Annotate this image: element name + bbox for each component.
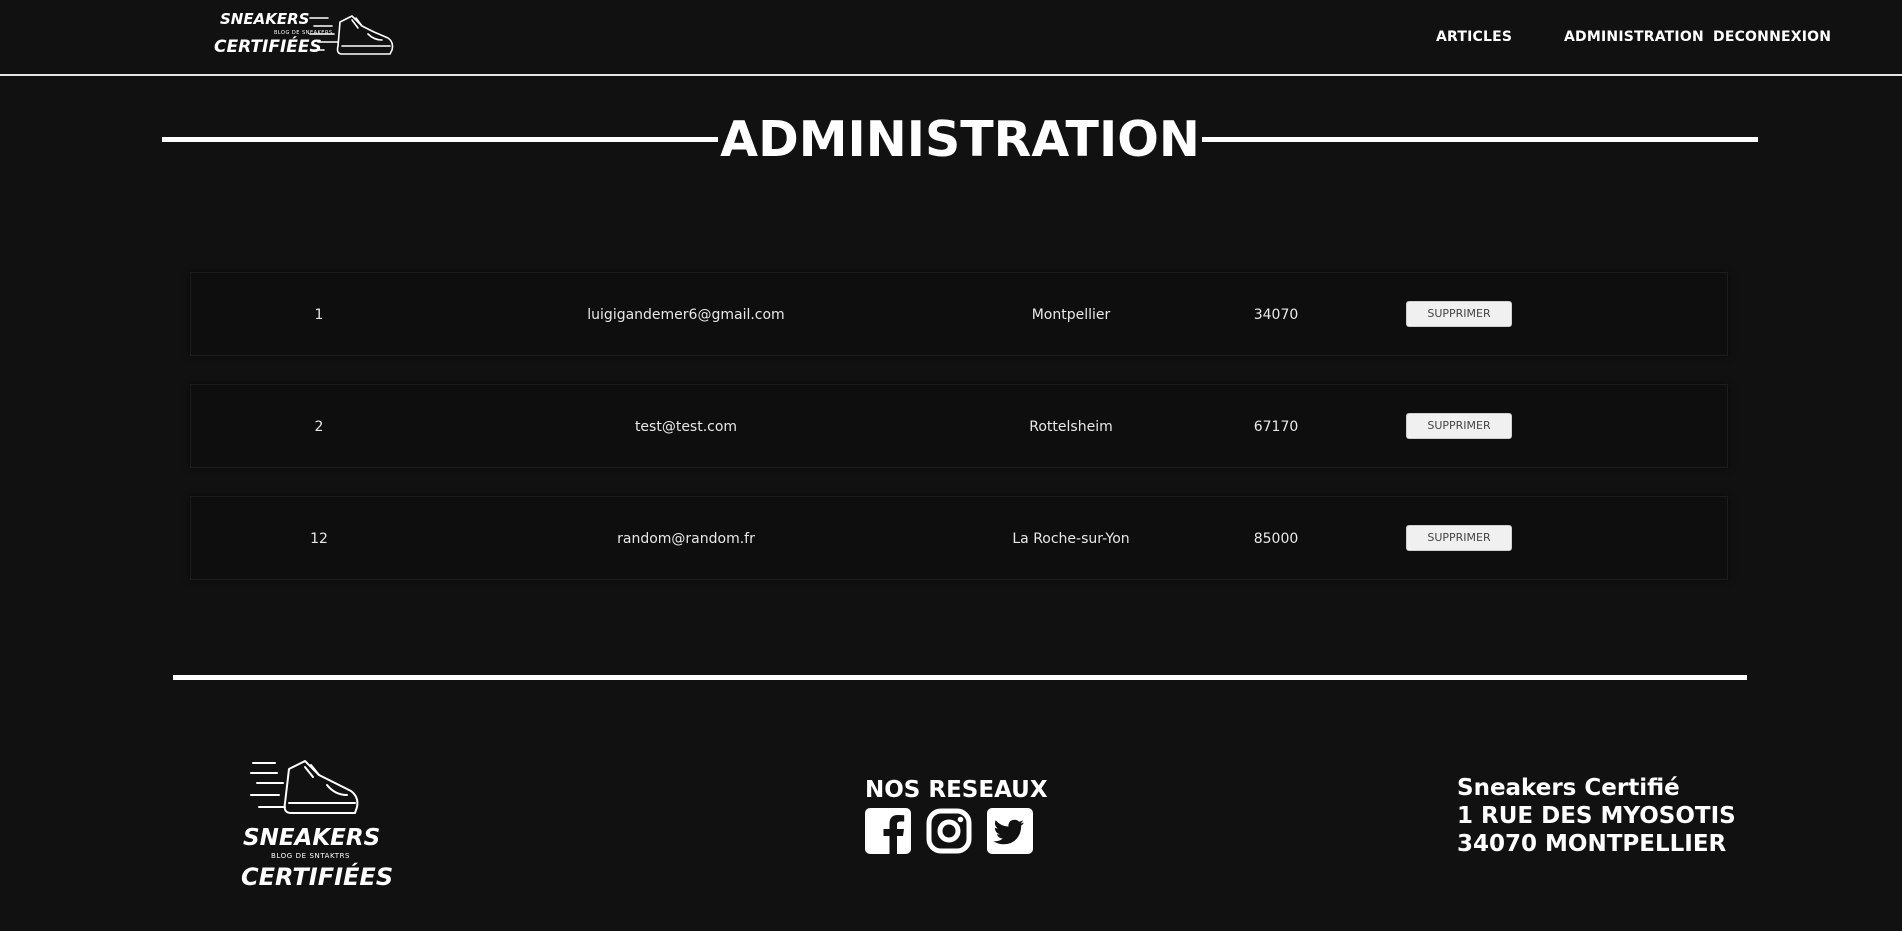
title-divider-left: [162, 137, 718, 142]
sneaker-icon: [250, 760, 359, 814]
user-city: Montpellier: [1031, 307, 1111, 323]
nav-deconnexion[interactable]: DECONNEXION: [1713, 29, 1831, 45]
footer-logo-line2: CERTIFIÉES: [241, 863, 394, 891]
user-zip: 67170: [1253, 419, 1299, 435]
delete-user-button[interactable]: SUPPRIMER: [1406, 301, 1512, 327]
user-id: 12: [310, 531, 328, 547]
logo-line1: SNEAKERS: [220, 10, 310, 28]
title-divider-right: [1202, 137, 1758, 142]
nav-articles[interactable]: ARTICLES: [1436, 29, 1512, 45]
user-zip: 34070: [1253, 307, 1299, 323]
user-row: 2 test@test.com Rottelsheim 67170 SUPPRI…: [190, 384, 1728, 468]
footer-logo[interactable]: SNEAKERS BLOG DE SNTAKTRS CERTIFIÉES: [235, 755, 393, 895]
page-title: ADMINISTRATION: [720, 111, 1200, 168]
logo-line2: CERTIFIÉES: [214, 37, 322, 57]
sneaker-icon: [309, 15, 394, 55]
delete-user-button[interactable]: SUPPRIMER: [1406, 525, 1512, 551]
site-header: SNEAKERS BLOG DE SNEAKERS CERTIFIÉES ART…: [0, 0, 1902, 76]
footer-logo-line1: SNEAKERS: [243, 825, 381, 851]
user-id: 1: [314, 307, 324, 323]
user-email: test@test.com: [634, 419, 738, 435]
page-title-row: ADMINISTRATION: [162, 105, 1758, 175]
twitter-icon[interactable]: [987, 808, 1033, 854]
delete-user-button[interactable]: SUPPRIMER: [1406, 413, 1512, 439]
instagram-icon[interactable]: [926, 808, 972, 854]
user-id: 2: [314, 419, 324, 435]
nav-administration[interactable]: ADMINISTRATION: [1564, 29, 1704, 45]
footer-divider: [173, 675, 1747, 680]
company-name: Sneakers Certifié: [1457, 775, 1680, 801]
user-zip: 85000: [1253, 531, 1299, 547]
user-city: Rottelsheim: [1029, 419, 1113, 435]
user-city: La Roche-sur-Yon: [1012, 531, 1130, 547]
social-title: NOS RESEAUX: [865, 777, 1048, 803]
user-row: 12 random@random.fr La Roche-sur-Yon 850…: [190, 496, 1728, 580]
user-email: luigigandemer6@gmail.com: [587, 307, 785, 323]
street-address: 1 RUE DES MYOSOTIS: [1457, 803, 1736, 829]
facebook-icon[interactable]: [865, 808, 911, 854]
footer-logo-tagline: BLOG DE SNTAKTRS: [271, 852, 351, 860]
user-email: random@random.fr: [617, 531, 755, 547]
footer-address: Sneakers Certifié 1 RUE DES MYOSOTIS 340…: [1457, 774, 1736, 858]
site-logo[interactable]: SNEAKERS BLOG DE SNEAKERS CERTIFIÉES: [212, 8, 397, 62]
user-row: 1 luigigandemer6@gmail.com Montpellier 3…: [190, 272, 1728, 356]
postal-city: 34070 MONTPELLIER: [1457, 831, 1727, 857]
